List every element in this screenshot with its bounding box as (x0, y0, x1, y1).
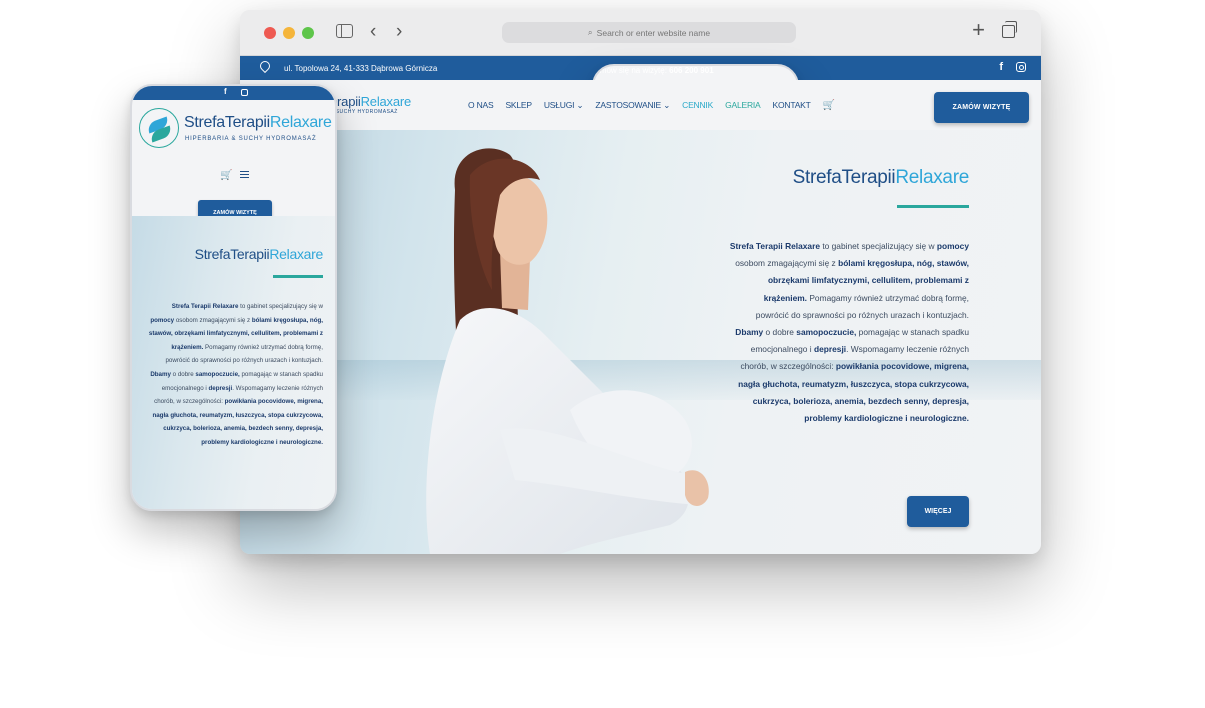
phone-title-underline (273, 275, 323, 278)
logo-mark-icon[interactable] (139, 108, 179, 148)
more-button[interactable]: WIĘCEJ (907, 496, 969, 527)
browser-window: ‹ › ⌕ Search or enter website name + ul.… (240, 10, 1041, 554)
chevron-down-icon: ⌄ (663, 100, 671, 110)
main-nav: O NAS SKLEP USŁUGI ⌄ ZASTOSOWANIE ⌄ CENN… (468, 100, 835, 111)
logo-tagline: & SUCHY HYDROMASAŻ (330, 109, 398, 115)
nav-item-cennik[interactable]: CENNIK (682, 100, 713, 111)
phone-header: StrefaTerapiiRelaxare HIPERBARIA & SUCHY… (132, 100, 335, 225)
nav-item-zastosowanie[interactable]: ZASTOSOWANIE ⌄ (595, 100, 670, 111)
mockup-stage: ‹ › ⌕ Search or enter website name + ul.… (0, 0, 1205, 708)
minimize-window-button[interactable] (283, 27, 295, 39)
maximize-window-button[interactable] (302, 27, 314, 39)
phone-topbar: f (132, 86, 335, 100)
hero-title: StrefaTerapiiRelaxare (792, 167, 970, 188)
phone-logo[interactable]: StrefaTerapiiRelaxare (184, 114, 332, 132)
url-bar[interactable]: ⌕ Search or enter website name (502, 22, 796, 43)
nav-item-o-nas[interactable]: O NAS (468, 100, 494, 111)
hamburger-menu-icon[interactable] (240, 171, 249, 178)
browser-toolbar: ‹ › ⌕ Search or enter website name + (240, 10, 1041, 56)
phone-hero-description: Strefa Terapii Relaxare to gabinet specj… (148, 303, 323, 446)
location-pin-icon (257, 58, 273, 74)
site-header: erapiiRelaxare & SUCHY HYDROMASAŻ O NAS … (240, 80, 1041, 130)
nav-item-galeria[interactable]: GALERIA (725, 100, 761, 111)
site-logo[interactable]: erapiiRelaxare (330, 94, 411, 109)
url-placeholder: Search or enter website name (596, 27, 711, 38)
nav-item-kontakt[interactable]: KONTAKT (773, 100, 811, 111)
instagram-icon[interactable] (1016, 62, 1026, 72)
plus-icon[interactable]: + (972, 19, 985, 41)
chevron-right-icon[interactable]: › (396, 21, 402, 43)
tabs-icon[interactable] (1002, 21, 1017, 38)
search-icon: ⌕ (587, 27, 593, 37)
facebook-icon[interactable]: f (999, 61, 1003, 73)
instagram-icon[interactable] (241, 89, 248, 96)
phone-mockup: f StrefaTerapiiRelaxare HIPERBARIA & SUC… (130, 84, 337, 511)
address-text: ul. Topolowa 24, 41-333 Dąbrowa Górnicza (284, 64, 438, 73)
nav-item-uslugi[interactable]: USŁUGI ⌄ (544, 100, 584, 111)
close-window-button[interactable] (264, 27, 276, 39)
hero-description: Strefa Terapii Relaxare to gabinet specj… (729, 241, 969, 424)
phone-hero-section: StrefaTerapiiRelaxare Strefa Terapii Rel… (132, 216, 335, 509)
contact-topbar: ul. Topolowa 24, 41-333 Dąbrowa Górnicza… (240, 56, 1041, 491)
chevron-left-icon[interactable]: ‹ (370, 21, 376, 43)
chevron-down-icon: ⌄ (576, 100, 584, 110)
hero-photo-woman (426, 148, 709, 554)
phone-hero-title: StrefaTerapiiRelaxare (194, 246, 324, 262)
order-visit-button[interactable]: ZAMÓW WIZYTĘ (934, 92, 1029, 123)
cart-icon[interactable]: 🛒 (823, 100, 835, 111)
cart-icon[interactable]: 🛒 (220, 170, 232, 181)
hero-section: StrefaTerapiiRelaxare Strefa Terapii Rel… (240, 130, 1041, 554)
facebook-icon[interactable]: f (224, 87, 227, 96)
hero-title-underline (897, 205, 969, 208)
phone-logo-tagline: HIPERBARIA & SUCHY HYDROMASAŻ (185, 136, 317, 142)
sidebar-icon[interactable] (336, 24, 353, 38)
nav-item-sklep[interactable]: SKLEP (505, 100, 532, 111)
